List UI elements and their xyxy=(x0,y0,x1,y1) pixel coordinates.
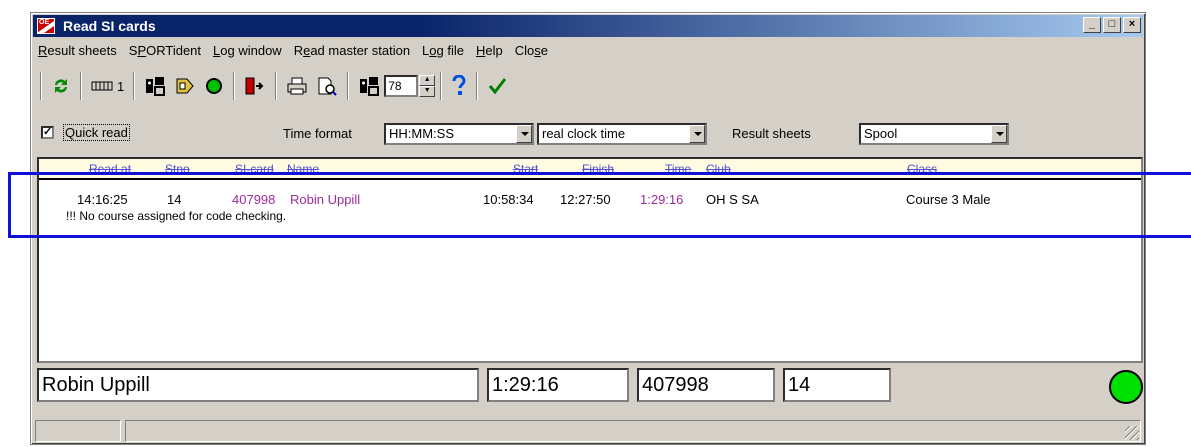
toolbar-separator xyxy=(40,72,42,100)
column-class[interactable]: Class xyxy=(907,162,937,176)
menu-sportident[interactable]: SPORTident xyxy=(124,40,208,60)
ok-button[interactable] xyxy=(483,73,511,99)
status-led-icon xyxy=(1109,370,1143,404)
options-bar: ✓ Quick read Time format HH:MM:SS real c… xyxy=(37,121,1141,145)
print-preview-icon xyxy=(318,77,337,96)
status-panel-2 xyxy=(125,420,1141,442)
card-reader-button[interactable] xyxy=(170,73,200,99)
read-cards-list[interactable]: Read at Stno SI-card Name Start Finish T… xyxy=(37,157,1143,363)
si-station-settings-icon xyxy=(360,77,380,96)
time-mode-select[interactable]: real clock time xyxy=(537,123,707,145)
title-bar[interactable]: OE Read SI cards _ □ × xyxy=(33,15,1143,37)
toolbar-separator xyxy=(440,72,443,100)
spin-down-button[interactable]: ▼ xyxy=(419,86,436,97)
menu-log-window[interactable]: Log window xyxy=(208,40,289,60)
toolbar-separator xyxy=(133,72,136,100)
toolbar-separator xyxy=(233,72,236,100)
column-time[interactable]: Time xyxy=(665,162,691,176)
column-club[interactable]: Club xyxy=(706,162,731,176)
column-stno[interactable]: Stno xyxy=(165,162,190,176)
row-name: Robin Uppill xyxy=(290,192,361,207)
toolbar: 1 ▲ ▼ xyxy=(35,68,1141,104)
help-question-icon xyxy=(452,75,466,95)
exit-button[interactable] xyxy=(240,73,270,99)
si-settings-button[interactable] xyxy=(140,73,170,99)
summary-bar: Robin Uppill 1:29:16 407998 14 xyxy=(37,368,1143,408)
row-si-card: 407998 xyxy=(232,192,276,207)
station-number: 1 xyxy=(117,78,125,94)
row-stno: 14 xyxy=(167,192,182,207)
menu-bar: Result sheets SPORTident Log window Read… xyxy=(33,40,555,60)
spin-up-button[interactable]: ▲ xyxy=(419,75,436,86)
result-sheets-label: Result sheets xyxy=(732,126,811,141)
toolbar-separator xyxy=(275,72,278,100)
resize-grip-icon[interactable] xyxy=(1125,426,1139,440)
column-start[interactable]: Start xyxy=(513,162,538,176)
window-title: Read SI cards xyxy=(63,18,156,34)
exit-door-icon xyxy=(245,77,264,95)
toolbar-separator xyxy=(80,72,82,100)
list-header: Read at Stno SI-card Name Start Finish T… xyxy=(39,159,1141,180)
summary-stno-field: 14 xyxy=(783,368,891,402)
maximize-button[interactable]: □ xyxy=(1103,17,1121,33)
status-panel-1 xyxy=(35,420,121,442)
close-button[interactable]: × xyxy=(1123,17,1141,33)
quick-read-label[interactable]: Quick read xyxy=(63,124,130,141)
summary-time-field: 1:29:16 xyxy=(487,368,629,402)
menu-read-master-station[interactable]: Read master station xyxy=(289,40,417,60)
column-name[interactable]: Name xyxy=(287,162,319,176)
row-finish: 12:27:50 xyxy=(560,192,611,207)
help-button[interactable] xyxy=(447,73,471,99)
toolbar-separator xyxy=(476,72,479,100)
station-settings-button[interactable] xyxy=(354,73,384,99)
print-button[interactable] xyxy=(282,73,312,99)
checkmark-icon xyxy=(489,78,507,95)
row-class: Course 3 Male xyxy=(906,192,991,207)
column-read-at[interactable]: Read at xyxy=(89,162,131,176)
si-station-icon xyxy=(146,77,166,96)
row-club: OH S SA xyxy=(706,192,759,207)
menu-close[interactable]: Close xyxy=(510,40,555,60)
station-button[interactable]: 1 xyxy=(87,73,128,99)
station-number-spinner[interactable]: ▲ ▼ xyxy=(419,75,436,97)
station-number-input[interactable] xyxy=(384,75,419,97)
row-message: !!! No course assigned for code checking… xyxy=(66,209,287,223)
column-finish[interactable]: Finish xyxy=(582,162,614,176)
row-read-at: 14:16:25 xyxy=(77,192,128,207)
refresh-icon xyxy=(55,79,67,93)
time-format-label: Time format xyxy=(283,126,352,141)
summary-name-field: Robin Uppill xyxy=(37,368,479,402)
app-icon[interactable]: OE xyxy=(37,18,55,34)
card-reader-icon xyxy=(176,78,194,94)
read-si-cards-window: OE Read SI cards _ □ × Result sheets SPO… xyxy=(30,12,1146,445)
chevron-down-icon[interactable] xyxy=(991,125,1007,143)
toolbar-separator xyxy=(347,72,350,100)
chevron-down-icon[interactable] xyxy=(516,125,532,143)
time-format-select[interactable]: HH:MM:SS xyxy=(384,123,534,145)
menu-help[interactable]: Help xyxy=(471,40,510,60)
result-sheets-select[interactable]: Spool xyxy=(859,123,1009,145)
row-start: 10:58:34 xyxy=(483,192,534,207)
green-circle-icon xyxy=(206,78,223,94)
menu-result-sheets[interactable]: Result sheets xyxy=(33,40,124,60)
quick-read-checkbox[interactable]: ✓ xyxy=(41,126,54,139)
chevron-down-icon[interactable] xyxy=(689,125,705,143)
summary-si-card-field: 407998 xyxy=(637,368,775,402)
printer-icon xyxy=(287,77,307,95)
menu-log-file[interactable]: Log file xyxy=(417,40,471,60)
column-si-card[interactable]: SI-card xyxy=(235,162,274,176)
minimize-button[interactable]: _ xyxy=(1083,17,1101,33)
print-preview-button[interactable] xyxy=(312,73,342,99)
row-time: 1:29:16 xyxy=(640,192,684,207)
refresh-button[interactable] xyxy=(47,73,75,99)
station-icon xyxy=(91,81,113,91)
status-bar xyxy=(35,420,1141,442)
start-reading-button[interactable] xyxy=(200,73,228,99)
